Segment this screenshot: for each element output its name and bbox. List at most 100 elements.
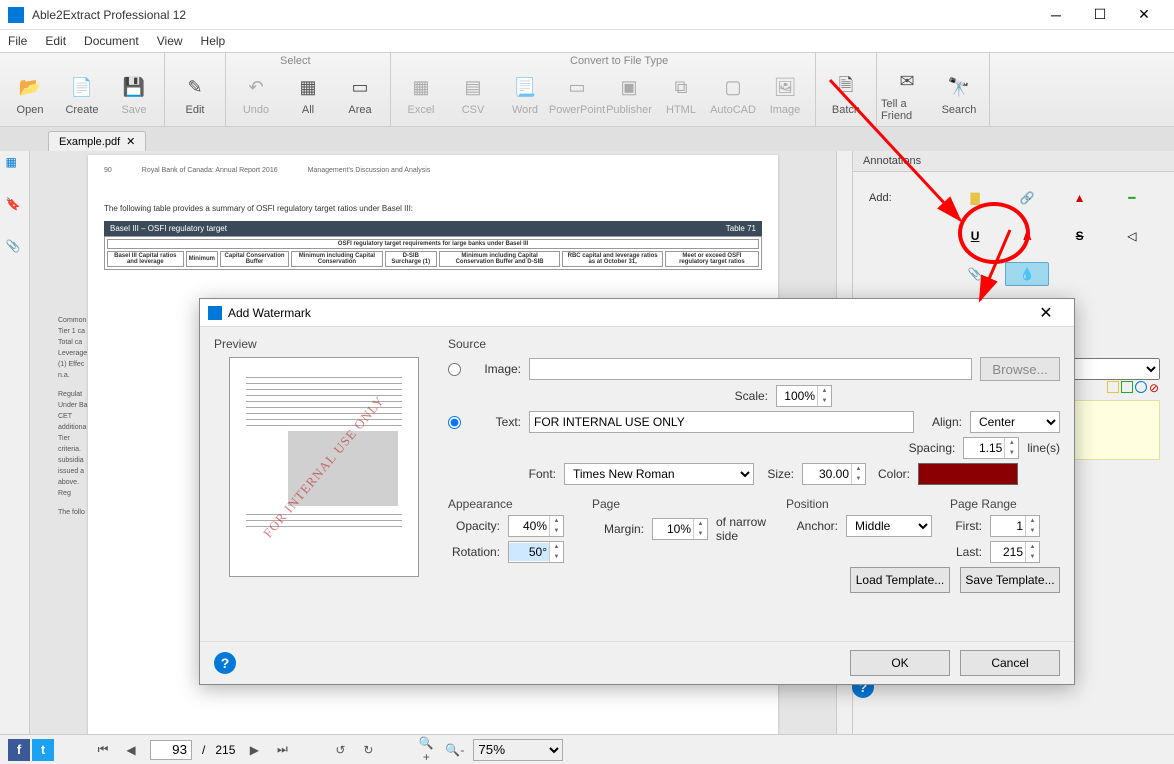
thumbnails-icon[interactable]: ▦ bbox=[6, 155, 24, 173]
new-doc-icon: 📄 bbox=[70, 76, 94, 100]
rotate-cw-button[interactable]: ↻ bbox=[359, 743, 377, 757]
menu-document[interactable]: Document bbox=[84, 34, 139, 48]
shape-rect-icon[interactable] bbox=[1107, 381, 1119, 393]
browse-button[interactable]: Browse... bbox=[980, 357, 1060, 381]
batch-button[interactable]: 🗎Batch bbox=[820, 66, 872, 126]
watermark-icon[interactable]: 💧 bbox=[1005, 262, 1049, 286]
create-button[interactable]: 📄Create bbox=[56, 66, 108, 126]
caret-icon[interactable]: ◁ bbox=[1106, 222, 1158, 250]
strikethrough-icon[interactable]: S bbox=[1054, 222, 1106, 250]
csv-button[interactable]: ▤CSV bbox=[447, 66, 499, 126]
first-page-spinner[interactable]: ▲▼ bbox=[990, 515, 1040, 537]
ok-button[interactable]: OK bbox=[850, 650, 950, 676]
menu-edit[interactable]: Edit bbox=[45, 34, 66, 48]
autocad-icon: ▢ bbox=[721, 76, 745, 100]
image-button[interactable]: 🖼Image bbox=[759, 66, 811, 126]
doc-page-number: 90 bbox=[104, 167, 112, 174]
autocad-button[interactable]: ▢AutoCAD bbox=[707, 66, 759, 126]
titlebar: Able2Extract Professional 12 ─ ☐ ✕ bbox=[0, 0, 1174, 30]
menu-view[interactable]: View bbox=[157, 34, 183, 48]
html-button[interactable]: ⧉HTML bbox=[655, 66, 707, 126]
select-all-button[interactable]: ▦All bbox=[282, 66, 334, 126]
doc-left-fragments: CommonTier 1 caTotal ca Leverage(1) Effe… bbox=[58, 315, 118, 518]
ppt-button[interactable]: ▭PowerPoint bbox=[551, 66, 603, 126]
twitter-icon[interactable]: t bbox=[32, 739, 54, 761]
image-path-input[interactable] bbox=[529, 358, 972, 380]
close-window-button[interactable]: ✕ bbox=[1122, 0, 1166, 30]
font-select[interactable]: Times New Roman bbox=[564, 463, 754, 485]
maximize-button[interactable]: ☐ bbox=[1078, 0, 1122, 30]
shape-circle-icon[interactable] bbox=[1135, 381, 1147, 393]
tab-close-icon[interactable]: ✕ bbox=[126, 135, 135, 148]
load-template-button[interactable]: Load Template... bbox=[850, 567, 950, 593]
source-text-radio[interactable] bbox=[448, 416, 461, 429]
shape-cross-icon[interactable]: ⊘ bbox=[1149, 381, 1159, 395]
add-label: Add: bbox=[869, 192, 949, 204]
dialog-icon bbox=[208, 306, 222, 320]
save-icon: 💾 bbox=[122, 76, 146, 100]
last-page-button[interactable]: ⏭ bbox=[273, 742, 291, 757]
facebook-icon[interactable]: f bbox=[8, 739, 30, 761]
doc-table-title-bar: Basel III – OSFI regulatory targetTable … bbox=[104, 221, 762, 236]
rotate-ccw-button[interactable]: ↺ bbox=[331, 743, 349, 757]
select-area-button[interactable]: ▭Area bbox=[334, 66, 386, 126]
menu-file[interactable]: File bbox=[8, 34, 27, 48]
align-select[interactable]: Center bbox=[970, 411, 1060, 433]
underline-icon[interactable]: U bbox=[949, 222, 1001, 250]
dialog-title: Add Watermark bbox=[228, 306, 1026, 320]
dialog-help-icon[interactable]: ? bbox=[214, 652, 236, 674]
search-button[interactable]: 🔭Search bbox=[933, 66, 985, 126]
minimize-button[interactable]: ─ bbox=[1034, 0, 1078, 30]
attachment-icon[interactable]: 📎 bbox=[6, 239, 24, 257]
csv-icon: ▤ bbox=[461, 76, 485, 100]
save-template-button[interactable]: Save Template... bbox=[960, 567, 1060, 593]
zoom-select[interactable]: 75% bbox=[473, 739, 563, 761]
document-tab[interactable]: Example.pdf ✕ bbox=[48, 131, 146, 151]
next-page-button[interactable]: ▶ bbox=[245, 743, 263, 757]
squiggly-icon[interactable]: A bbox=[1001, 222, 1053, 250]
spacing-spinner[interactable]: ▲▼ bbox=[963, 437, 1019, 459]
open-button[interactable]: 📂Open bbox=[4, 66, 56, 126]
page-number-input[interactable] bbox=[150, 740, 192, 760]
opacity-spinner[interactable]: ▲▼ bbox=[508, 515, 564, 537]
panel-header: Annotations bbox=[853, 151, 1174, 172]
color-swatch[interactable] bbox=[918, 463, 1018, 485]
cancel-button[interactable]: Cancel bbox=[960, 650, 1060, 676]
anchor-select[interactable]: Middle bbox=[846, 515, 932, 537]
undo-button[interactable]: ↶Undo bbox=[230, 66, 282, 126]
watermark-text-input[interactable] bbox=[529, 411, 914, 433]
tab-label: Example.pdf bbox=[59, 136, 120, 148]
last-page-spinner[interactable]: ▲▼ bbox=[990, 541, 1040, 563]
margin-spinner[interactable]: ▲▼ bbox=[652, 518, 708, 540]
zoom-out-button[interactable]: 🔍- bbox=[445, 743, 463, 757]
note-icon[interactable]: ▇ bbox=[949, 184, 1001, 212]
save-button[interactable]: 💾Save bbox=[108, 66, 160, 126]
edit-button[interactable]: ✎Edit bbox=[169, 66, 221, 126]
size-spinner[interactable]: ▲▼ bbox=[802, 463, 866, 485]
doc-intro: The following table provides a summary o… bbox=[104, 204, 762, 213]
scale-spinner[interactable]: ▲▼ bbox=[776, 385, 832, 407]
menu-help[interactable]: Help bbox=[201, 34, 226, 48]
link-icon[interactable]: 🔗 bbox=[1001, 184, 1053, 212]
prev-page-button[interactable]: ◀ bbox=[122, 743, 140, 757]
clip-icon[interactable]: 📎 bbox=[949, 260, 1001, 288]
zoom-in-button[interactable]: 🔍+ bbox=[417, 736, 435, 764]
batch-icon: 🗎 bbox=[834, 76, 858, 100]
publisher-button[interactable]: ▣Publisher bbox=[603, 66, 655, 126]
bookmark-icon[interactable]: 🔖 bbox=[6, 197, 24, 215]
ppt-icon: ▭ bbox=[565, 76, 589, 100]
first-page-button[interactable]: ⏮ bbox=[94, 742, 112, 757]
dialog-close-button[interactable]: ✕ bbox=[1026, 303, 1066, 323]
menubar: File Edit Document View Help bbox=[0, 30, 1174, 52]
source-image-radio[interactable] bbox=[448, 363, 461, 376]
page-sep: / bbox=[202, 743, 205, 757]
highlight-icon[interactable]: ━ bbox=[1106, 184, 1158, 212]
rotation-spinner[interactable]: ▲▼ bbox=[508, 541, 564, 563]
tell-friend-button[interactable]: ✉Tell a Friend bbox=[881, 66, 933, 126]
image-icon: 🖼 bbox=[773, 76, 797, 100]
excel-icon: ▦ bbox=[409, 76, 433, 100]
word-button[interactable]: 📃Word bbox=[499, 66, 551, 126]
stamp-icon[interactable]: ▲ bbox=[1054, 184, 1106, 212]
shape-rect2-icon[interactable] bbox=[1121, 381, 1133, 393]
excel-button[interactable]: ▦Excel bbox=[395, 66, 447, 126]
